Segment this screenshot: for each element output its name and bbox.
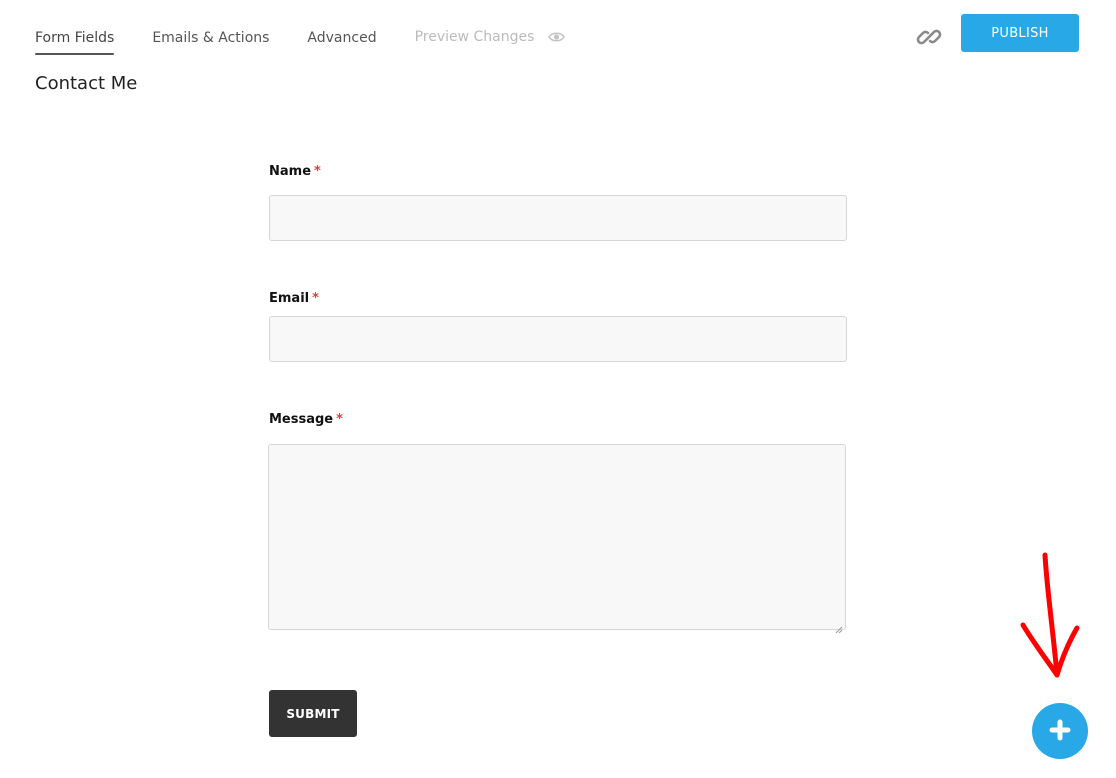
name-field[interactable] [269, 195, 847, 241]
tab-label: Preview Changes [414, 29, 535, 45]
link-icon[interactable] [916, 24, 942, 50]
plus-icon [1049, 719, 1071, 744]
label-text: Name [269, 164, 312, 179]
required-marker: * [312, 291, 319, 306]
publish-button[interactable]: PUBLISH [961, 14, 1079, 52]
form-title: Contact Me [35, 73, 138, 94]
email-label: Email * [269, 291, 319, 306]
tab-label: Emails & Actions [152, 30, 270, 46]
email-field[interactable] [269, 316, 847, 362]
name-label: Name * [269, 164, 321, 179]
tab-label: Advanced [307, 30, 377, 46]
eye-icon [547, 31, 565, 47]
message-field[interactable] [268, 444, 846, 634]
add-field-button[interactable] [1032, 703, 1088, 759]
tab-form-fields[interactable]: Form Fields [35, 30, 115, 55]
label-text: Email [269, 291, 310, 306]
required-marker: * [336, 412, 343, 427]
tab-label: Form Fields [35, 30, 115, 46]
message-label: Message * [269, 412, 343, 427]
required-marker: * [314, 164, 321, 179]
submit-button[interactable]: SUBMIT [269, 690, 357, 737]
tab-preview-changes[interactable]: Preview Changes [415, 29, 565, 53]
resize-handle-icon[interactable] [835, 619, 843, 634]
annotation-arrow-icon [1020, 552, 1080, 678]
label-text: Message [269, 412, 334, 427]
form-editor-tabs: Form Fields Emails & Actions Advanced Pr… [35, 29, 603, 55]
tab-emails-actions[interactable]: Emails & Actions [152, 30, 269, 52]
tab-advanced[interactable]: Advanced [307, 30, 376, 52]
